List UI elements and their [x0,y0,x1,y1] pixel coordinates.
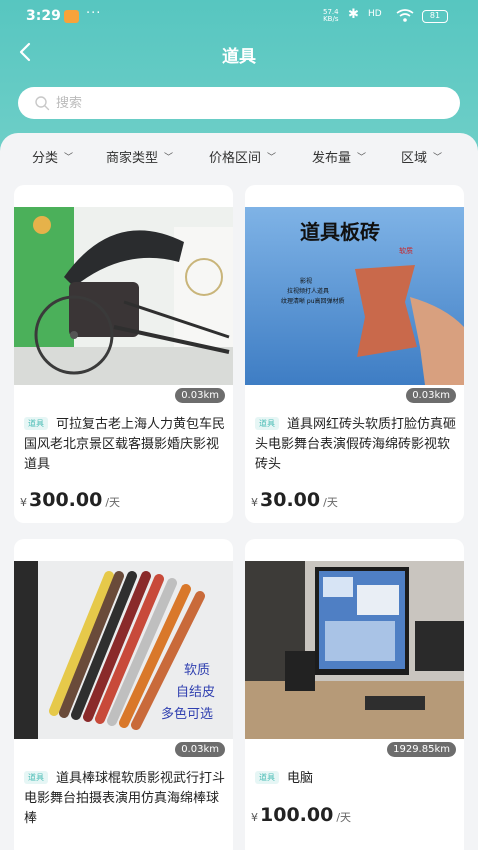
product-card[interactable]: 道具板砖 软质 影视 拉视频打人道具 纹理清晰 pu高回弹材质 0.03km 道… [245,185,464,523]
category-tag: 道具 [255,417,279,430]
filter-region[interactable]: 区域 ﹀ [401,147,442,166]
price-unit: /天 [105,496,121,509]
price-value: 30.00 [260,489,321,511]
distance-badge: 0.03km [175,742,225,757]
product-image-brick: 道具板砖 软质 影视 拉视频打人道具 纹理清晰 pu高回弹材质 [245,207,464,385]
price-value: 300.00 [29,489,103,511]
distance-badge: 0.03km [406,388,456,403]
content-area: 分类 ﹀ 商家类型 ﹀ 价格区间 ﹀ 发布量 ﹀ 区域 ﹀ 0.03km 道具 … [0,133,478,850]
product-title-text: 道具网红砖头软质打脸仿真砸头电影舞台表演假砖海绵砖影视软砖头 [255,417,457,472]
product-card[interactable]: 软质 自结皮 多色可选 0.03km 道具 道具棒球棍软质影视武行打斗电影舞台拍摄… [14,539,233,850]
filter-label: 商家类型 [106,151,159,166]
search-bar[interactable] [18,87,460,119]
product-price: ¥30.00/天 [251,489,338,511]
product-image-computer [245,561,464,739]
image-heading: 道具板砖 [300,220,380,244]
chevron-down-icon: ﹀ [433,153,443,163]
product-image-rickshaw [14,207,233,385]
chevron-down-icon: ﹀ [267,153,277,163]
product-title-text: 道具棒球棍软质影视武行打斗电影舞台拍摄表演用仿真海绵棒球棒 [24,771,226,826]
image-line: 纹理清晰 pu高回弹材质 [281,297,345,305]
bluetooth-icon: ✱ [348,7,359,22]
product-price: ¥300.00/天 [20,489,120,511]
price-unit: /天 [336,811,352,824]
filter-label: 发布量 [312,151,352,166]
chevron-down-icon: ﹀ [164,153,174,163]
currency-symbol: ¥ [251,496,258,509]
filter-merchant-type[interactable]: 商家类型 ﹀ [106,147,173,166]
product-card[interactable]: 1929.85km 道具 电脑 ¥100.00/天 [245,539,464,850]
product-title-text: 电脑 [287,771,314,786]
product-price: ¥100.00/天 [251,804,351,826]
filter-publish-count[interactable]: 发布量 ﹀ [312,147,366,166]
image-line: 拉视频打人道具 [287,287,329,295]
image-sub: 软质 [399,246,413,255]
search-input[interactable] [56,92,436,114]
currency-symbol: ¥ [20,496,27,509]
product-title-text: 可拉复古老上海人力黄包车民国风老北京景区载客摄影婚庆影视道具 [24,417,226,472]
product-card[interactable]: 0.03km 道具 可拉复古老上海人力黄包车民国风老北京景区载客摄影婚庆影视道具 … [14,185,233,523]
chevron-down-icon: ﹀ [64,153,74,163]
distance-badge: 1929.85km [387,742,456,757]
image-line: 软质 [184,663,210,678]
chevron-down-icon: ﹀ [357,153,367,163]
filter-label: 价格区间 [209,151,262,166]
app-notification-icon [64,10,79,23]
product-title: 道具 道具棒球棍软质影视武行打斗电影舞台拍摄表演用仿真海绵棒球棒 [24,769,226,829]
product-image-bats: 软质 自结皮 多色可选 [14,561,233,739]
filter-bar: 分类 ﹀ 商家类型 ﹀ 价格区间 ﹀ 发布量 ﹀ 区域 ﹀ [0,137,478,177]
filter-category[interactable]: 分类 ﹀ [32,147,73,166]
distance-badge: 0.03km [175,388,225,403]
page-title: 道具 [222,47,256,67]
filter-label: 区域 [401,151,428,166]
category-tag: 道具 [24,771,48,784]
filter-price-range[interactable]: 价格区间 ﹀ [209,147,276,166]
search-icon [35,96,50,111]
price-value: 100.00 [260,804,334,826]
price-unit: /天 [323,496,338,509]
signal-icon: HD [368,9,382,19]
image-line: 自结皮 [176,685,215,700]
image-line: 影视 [300,277,312,285]
product-title: 道具 电脑 [255,769,457,789]
status-time: 3:29 [26,8,61,24]
category-tag: 道具 [255,771,279,784]
more-notifications-icon: ··· [86,6,102,21]
currency-symbol: ¥ [251,811,258,824]
battery-icon: 81 [422,10,448,23]
product-title: 道具 可拉复古老上海人力黄包车民国风老北京景区载客摄影婚庆影视道具 [24,415,226,475]
image-line: 多色可选 [161,706,213,722]
nav-bar: 道具 [0,32,478,76]
net-speed: 57.4 KB/s [323,9,339,23]
filter-label: 分类 [32,151,59,166]
wifi-icon [396,9,414,22]
net-speed-unit: KB/s [323,15,339,23]
category-tag: 道具 [24,417,48,430]
product-title: 道具 道具网红砖头软质打脸仿真砸头电影舞台表演假砖海绵砖影视软砖头 [255,415,457,475]
status-bar: 3:29 ··· 57.4 KB/s ✱ HD 81 [0,0,478,32]
